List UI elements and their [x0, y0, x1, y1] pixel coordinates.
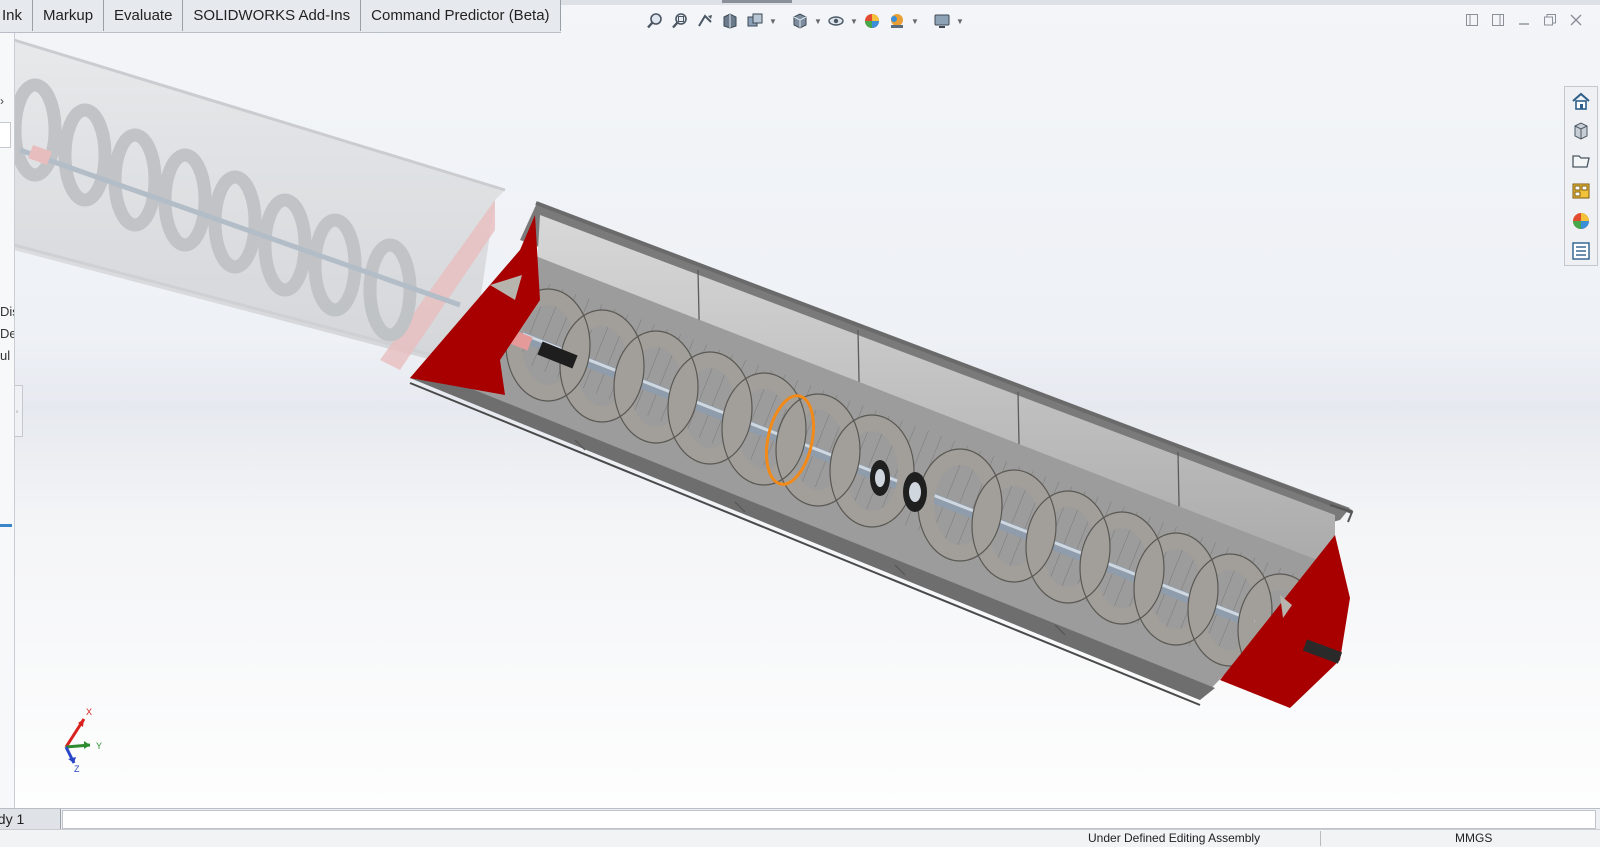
file-explorer-icon[interactable]	[1568, 149, 1594, 173]
appearances-scenes-icon[interactable]	[1568, 209, 1594, 233]
status-edit-state: Under Defined Editing Assembly	[1088, 831, 1261, 845]
minimize-icon[interactable]	[1516, 12, 1532, 28]
tab-evaluate[interactable]: Evaluate	[104, 0, 184, 31]
close-icon[interactable]	[1568, 12, 1584, 28]
edit-appearance-icon[interactable]	[861, 10, 883, 32]
panel-filter-box[interactable]	[0, 122, 11, 148]
feature-manager-panel-collapsed: › Dis De ul	[0, 32, 15, 816]
view-palette-icon[interactable]	[1568, 179, 1594, 203]
view-settings-dropdown[interactable]: ▼	[956, 10, 964, 32]
axis-z-label: Z	[74, 764, 80, 774]
section-view-icon[interactable]	[719, 10, 741, 32]
tab-markup[interactable]: Markup	[33, 0, 105, 31]
tab-scroll-area[interactable]	[62, 810, 1596, 829]
panel-label-3: ul	[0, 348, 11, 363]
panel-selection-bar	[0, 524, 12, 527]
panel-label-1: Dis	[0, 304, 14, 319]
custom-properties-icon[interactable]	[1568, 239, 1594, 263]
tab-command-predictor[interactable]: Command Predictor (Beta)	[361, 0, 561, 31]
axis-x-label: X	[86, 707, 92, 717]
expand-panel-icon[interactable]: ›	[0, 94, 4, 108]
document-window-controls	[1464, 12, 1584, 28]
hide-show-items-icon[interactable]	[825, 10, 847, 32]
tab-solidworks-add-ins[interactable]: SOLIDWORKS Add-Ins	[183, 0, 362, 31]
view-orientation-dropdown[interactable]: ▼	[769, 10, 777, 32]
display-style-dropdown[interactable]: ▼	[814, 10, 822, 32]
view-orientation-icon[interactable]	[744, 10, 766, 32]
heads-up-view-toolbar: ▼ ▼ ▼ ▼ ▼	[644, 10, 964, 32]
design-library-icon[interactable]	[1568, 119, 1594, 143]
ghost-conveyor-section	[8, 38, 506, 370]
task-pane	[1564, 86, 1598, 266]
command-manager-tabs: Ink Markup Evaluate SOLIDWORKS Add-Ins C…	[0, 0, 561, 33]
tab-motion-study[interactable]: udy 1	[0, 809, 61, 829]
restore-icon[interactable]	[1542, 12, 1558, 28]
home-icon[interactable]	[1568, 89, 1594, 113]
display-style-icon[interactable]	[789, 10, 811, 32]
solidworks-window: Ink Markup Evaluate SOLIDWORKS Add-Ins C…	[0, 0, 1600, 847]
tile-left-icon[interactable]	[1464, 12, 1480, 28]
axis-y-label: Y	[96, 741, 102, 751]
apply-scene-dropdown[interactable]: ▼	[911, 10, 919, 32]
hide-show-dropdown[interactable]: ▼	[850, 10, 858, 32]
panel-label-2: De	[0, 326, 14, 341]
bottom-tab-bar: udy 1	[0, 808, 1600, 830]
units-selector[interactable]: MMGS	[1455, 831, 1492, 845]
previous-view-icon[interactable]	[694, 10, 716, 32]
tile-right-icon[interactable]	[1490, 12, 1506, 28]
zoom-to-area-icon[interactable]	[669, 10, 691, 32]
apply-scene-icon[interactable]	[886, 10, 908, 32]
view-settings-icon[interactable]	[931, 10, 953, 32]
motion-study-label: udy 1	[0, 811, 25, 827]
tab-ink[interactable]: Ink	[0, 0, 34, 31]
graphics-area[interactable]	[0, 0, 1600, 847]
screw-conveyor-assembly	[409, 201, 1354, 708]
reference-triad[interactable]: X Y Z	[56, 705, 116, 775]
zoom-to-fit-icon[interactable]	[644, 10, 666, 32]
status-bar: Under Defined Editing Assembly MMGS	[0, 829, 1600, 847]
